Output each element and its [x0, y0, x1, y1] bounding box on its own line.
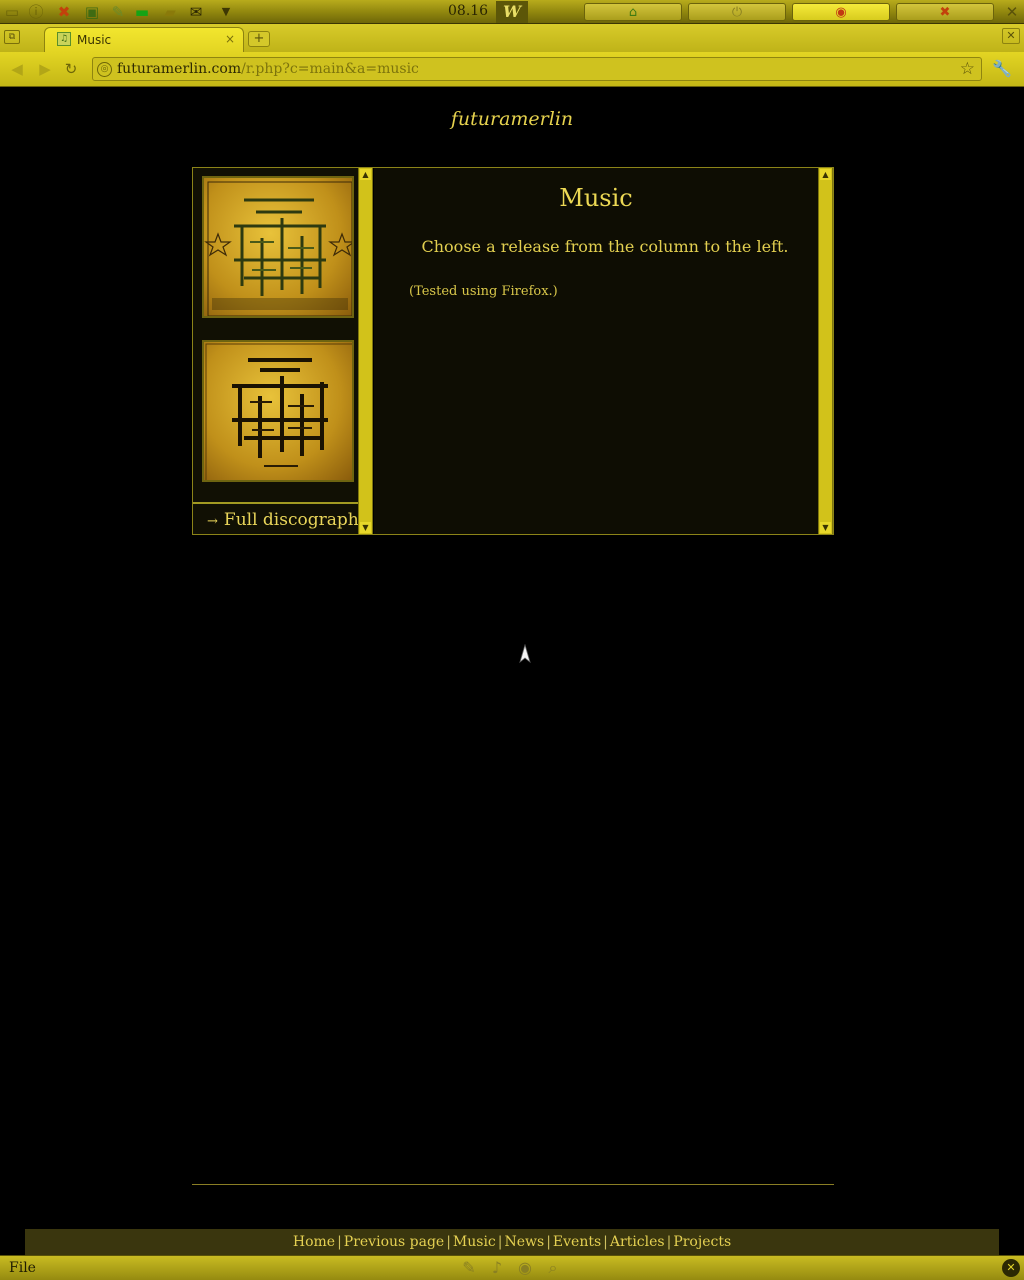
close-x-icon: ✖	[939, 4, 951, 20]
favicon-icon: ♫	[57, 32, 71, 46]
url-text[interactable]: futuramerlin.com/r.php?c=main&a=music	[117, 61, 419, 77]
url-path: /r.php?c=main&a=music	[241, 61, 419, 77]
bookmark-star-icon[interactable]: ☆	[960, 59, 975, 79]
clock[interactable]: 08.16	[448, 3, 488, 19]
album-art-1	[204, 181, 352, 316]
chrome-icon: ◉	[835, 4, 847, 20]
task-browser[interactable]: ◉	[792, 3, 890, 21]
browser-note: (Tested using Firefox.)	[409, 284, 558, 299]
album-cover-1[interactable]	[202, 176, 354, 318]
bottom-panel: File ✎ ♪ ◉ ⌕ ✕	[0, 1255, 1024, 1280]
footer-link-articles[interactable]: Articles	[610, 1234, 665, 1250]
album-art-2	[205, 343, 352, 480]
folder-icon[interactable]: ▰	[160, 2, 180, 22]
launcher-button[interactable]: W	[496, 1, 528, 23]
brush-icon[interactable]: ✎	[458, 1258, 480, 1278]
window-icon[interactable]: ▭	[2, 2, 22, 22]
power-icon: ⏻	[731, 4, 743, 20]
footer-link-home[interactable]: Home	[293, 1234, 335, 1250]
task-close[interactable]: ✖	[896, 3, 994, 21]
release-column-scrollbar[interactable]: ▲ ▼	[358, 168, 373, 534]
search-icon[interactable]: ⌕	[542, 1258, 564, 1278]
footer-separator: |	[546, 1234, 551, 1250]
close-icon[interactable]: ✕	[1002, 1259, 1020, 1277]
scroll-up-icon[interactable]: ▲	[360, 169, 371, 180]
footer-separator: |	[666, 1234, 672, 1250]
footer-separator: |	[603, 1234, 608, 1250]
home-icon: ⌂	[628, 4, 638, 20]
tab-title: Music	[77, 33, 112, 47]
footer-divider	[192, 1184, 834, 1185]
url-domain: futuramerlin.com	[117, 61, 242, 77]
tab-overview-icon[interactable]: ⧉	[4, 30, 20, 44]
footer-nav: Home | Previous page | Music | News | Events | Art…	[25, 1229, 999, 1255]
scroll-up-icon[interactable]: ▲	[820, 169, 831, 180]
intro-text: Choose a release from the column to the …	[421, 237, 789, 256]
address-bar[interactable]: ◎ futuramerlin.com/r.php?c=main&a=music …	[92, 57, 982, 81]
globe-icon[interactable]: ◉	[514, 1258, 536, 1278]
footer-separator: |	[497, 1234, 503, 1250]
arrow-right-icon: →	[207, 514, 218, 529]
task-power[interactable]: ⏻	[688, 3, 786, 21]
footer-link-projects[interactable]: Projects	[673, 1234, 731, 1250]
panel-close-icon[interactable]: ✕	[1002, 2, 1022, 22]
wrench-icon[interactable]: 🔧	[990, 58, 1014, 80]
new-tab-button[interactable]: +	[248, 31, 270, 47]
scroll-down-icon[interactable]: ▼	[360, 522, 371, 533]
forward-icon[interactable]: ▶	[34, 59, 56, 79]
footer-separator: |	[446, 1234, 451, 1250]
album-cover-2[interactable]	[202, 340, 354, 482]
pencil-icon[interactable]: ✎	[108, 2, 128, 22]
mail-icon[interactable]: ✉	[186, 2, 206, 22]
full-discography-label: Full discography	[223, 510, 369, 530]
back-icon[interactable]: ◀	[6, 59, 28, 79]
cursor-icon	[519, 644, 531, 664]
system-panel: ▭ ⓘ ✖ ▣ ✎ ▬ ▰ ✉ ▼ 08.16 W ⌂ ⏻ ◉ ✖ ✕	[0, 0, 1024, 24]
scroll-down-icon[interactable]: ▼	[820, 522, 831, 533]
footer-link-previous-page[interactable]: Previous page	[344, 1234, 444, 1250]
reload-icon[interactable]: ↻	[60, 59, 82, 79]
content-frame: → Full discography ▲ ▼ Music Choose a rel…	[192, 167, 834, 535]
full-discography-link[interactable]: → Full discography	[207, 510, 368, 530]
file-menu[interactable]: File	[9, 1260, 36, 1276]
page-heading: Music	[559, 184, 633, 212]
release-column: → Full discography	[193, 168, 368, 534]
battery-icon[interactable]: ▬	[132, 2, 152, 22]
main-panel: Music Choose a release from the column t…	[374, 168, 818, 534]
music-note-icon[interactable]: ♪	[486, 1258, 508, 1278]
tab-close-icon[interactable]: ×	[225, 32, 235, 46]
info-icon[interactable]: ⓘ	[26, 2, 46, 22]
globe-icon: ◎	[97, 62, 112, 77]
dropdown-icon[interactable]: ▼	[216, 2, 236, 22]
tab-music[interactable]: ♫ Music ×	[44, 27, 244, 52]
footer-link-news[interactable]: News	[505, 1234, 545, 1250]
site-title[interactable]: futuramerlin	[0, 108, 1024, 130]
main-panel-scrollbar[interactable]: ▲ ▼	[818, 168, 833, 534]
browser-toolbar: ◀ ▶ ↻ ◎ futuramerlin.com/r.php?c=main&a=…	[0, 52, 1024, 87]
screenshot-icon[interactable]: ▣	[82, 2, 102, 22]
task-home[interactable]: ⌂	[584, 3, 682, 21]
footer-separator: |	[337, 1234, 342, 1250]
sidebar-divider	[193, 502, 359, 504]
window-close-button[interactable]: ✕	[1002, 28, 1020, 44]
tools-icon[interactable]: ✖	[54, 2, 74, 22]
tab-strip: ⧉ ♫ Music × + ✕	[0, 24, 1024, 52]
footer-link-events[interactable]: Events	[553, 1234, 601, 1250]
footer-link-music[interactable]: Music	[453, 1234, 496, 1250]
